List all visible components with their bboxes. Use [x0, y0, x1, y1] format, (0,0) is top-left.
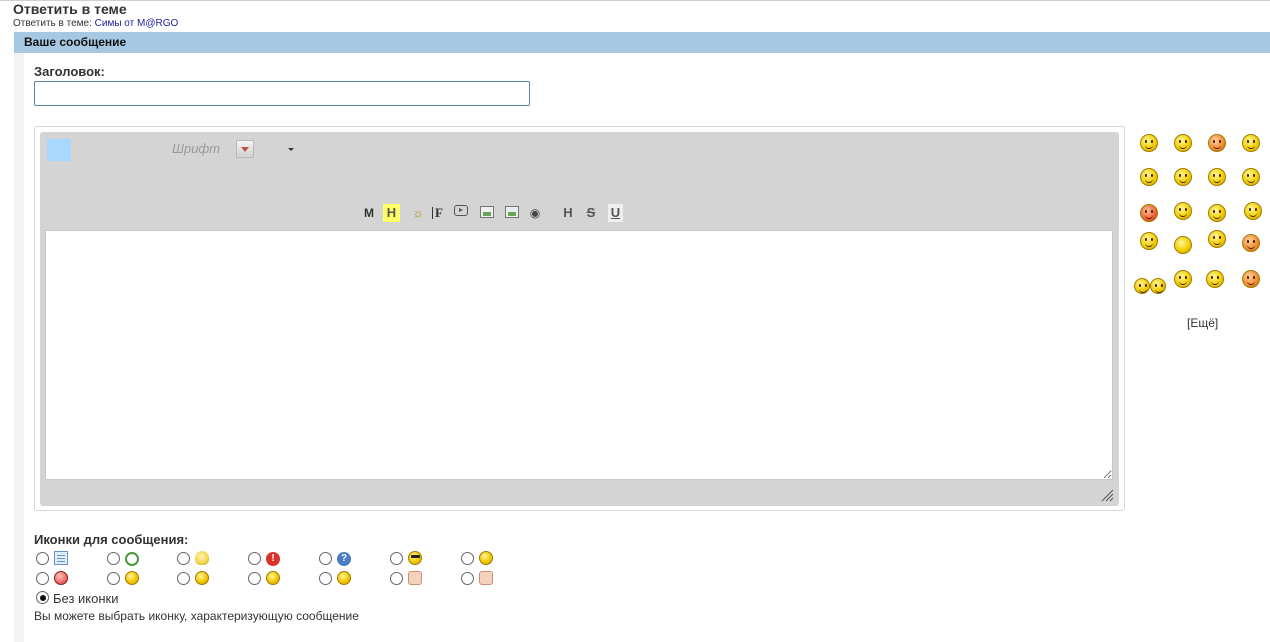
no-icon-label: Без иконки — [53, 591, 119, 606]
bulb-icon — [195, 551, 209, 565]
icon-radio-laugh[interactable] — [177, 572, 190, 585]
icon-radio-smile[interactable] — [461, 552, 474, 565]
title-label: Заголовок: — [34, 64, 105, 79]
page-title: Ответить в теме — [13, 1, 127, 17]
blush-icon[interactable] — [1208, 134, 1226, 152]
laugh-icon — [195, 571, 209, 585]
size-dropdown-caret[interactable] — [288, 148, 294, 151]
icon-radio-thumbs-down[interactable] — [390, 572, 403, 585]
happy-icon[interactable] — [1174, 270, 1192, 288]
icon-radio-doc[interactable] — [36, 552, 49, 565]
doc-icon — [54, 551, 68, 565]
whistle-icon[interactable] — [1206, 270, 1224, 288]
post-icons-hint: Вы можете выбрать иконку, характеризующу… — [34, 609, 359, 623]
breadcrumb: Ответить в теме: Симы от M@RGO — [13, 18, 178, 29]
breadcrumb-prefix: Ответить в теме: — [13, 18, 92, 29]
left-rail — [14, 52, 24, 642]
blank-face-icon[interactable] — [1174, 236, 1192, 254]
toolbar-m-button[interactable]: М — [362, 204, 376, 222]
glasses-icon[interactable] — [1242, 168, 1260, 186]
surprised-icon[interactable] — [1208, 230, 1226, 248]
thumbs-up-icon[interactable] — [1244, 202, 1262, 220]
title-input[interactable] — [34, 81, 530, 106]
cool-icon — [408, 551, 422, 565]
icon-radio-happy[interactable] — [248, 572, 261, 585]
smile-icon — [479, 551, 493, 565]
resize-grip-icon[interactable] — [1100, 488, 1114, 502]
icon-radio-none[interactable] — [36, 591, 49, 604]
eye-icon[interactable]: ◉ — [527, 204, 543, 222]
pair-left-icon[interactable] — [1134, 278, 1150, 294]
icon-radio-sad[interactable] — [107, 572, 120, 585]
icon-radio-grin[interactable] — [319, 572, 332, 585]
exclamation-icon: ! — [266, 552, 280, 566]
angry-icon[interactable] — [1140, 204, 1158, 222]
thumbs-up-icon — [479, 571, 493, 585]
party-icon[interactable] — [1242, 270, 1260, 288]
toolbar-highlight-button[interactable]: Н — [383, 204, 400, 222]
icon-radio-question[interactable] — [319, 552, 332, 565]
message-textarea[interactable] — [45, 230, 1113, 480]
smile-icon[interactable] — [1140, 134, 1158, 152]
toolbar-strike-button[interactable]: S — [584, 204, 598, 222]
toolbar-heading-button[interactable]: Н — [561, 204, 575, 222]
happy-icon — [266, 571, 280, 585]
font-dropdown-button[interactable] — [236, 140, 254, 158]
icon-radio-refresh[interactable] — [107, 552, 120, 565]
refresh-icon — [125, 552, 139, 566]
breadcrumb-topic-link[interactable]: Симы от M@RGO — [95, 18, 179, 29]
icon-radio-exclamation[interactable] — [248, 552, 261, 565]
confused-icon[interactable] — [1208, 204, 1226, 222]
image-text-icon[interactable] — [505, 206, 519, 218]
more-smilies-link[interactable]: [Ещё] — [1187, 316, 1218, 330]
icon-radio-thumbs-up[interactable] — [461, 572, 474, 585]
icon-radio-bulb[interactable] — [177, 552, 190, 565]
toolbar-underline-button[interactable]: U — [608, 204, 623, 222]
sad-icon — [125, 571, 139, 585]
icon-radio-cool[interactable] — [390, 552, 403, 565]
wink-icon[interactable] — [1140, 168, 1158, 186]
laugh-icon[interactable] — [1140, 232, 1158, 250]
shocked-icon[interactable] — [1174, 202, 1192, 220]
top-rule — [0, 0, 1270, 1]
scream-icon[interactable] — [1242, 234, 1260, 252]
sunglasses-icon[interactable] — [1208, 168, 1226, 186]
grin-icon[interactable] — [1242, 134, 1260, 152]
icon-radio-angry[interactable] — [36, 572, 49, 585]
post-icons-label: Иконки для сообщения: — [34, 532, 189, 547]
grin-icon — [337, 571, 351, 585]
video-icon[interactable] — [454, 205, 468, 216]
image-icon[interactable] — [480, 206, 494, 218]
sun-icon[interactable]: ☼ — [411, 204, 425, 222]
smilies-panel — [1132, 128, 1270, 318]
font-select-label[interactable]: Шрифт — [172, 141, 220, 156]
pair-right-icon[interactable] — [1150, 278, 1166, 294]
section-header: Ваше сообщение — [14, 32, 1270, 53]
tongue-icon[interactable] — [1174, 168, 1192, 186]
worried-icon[interactable] — [1174, 134, 1192, 152]
color-picker-swatch[interactable] — [47, 139, 71, 161]
angry-icon — [54, 571, 68, 585]
question-icon: ? — [337, 552, 351, 566]
thumbs-down-icon — [408, 571, 422, 585]
toolbar-font-button[interactable]: F — [432, 204, 446, 222]
